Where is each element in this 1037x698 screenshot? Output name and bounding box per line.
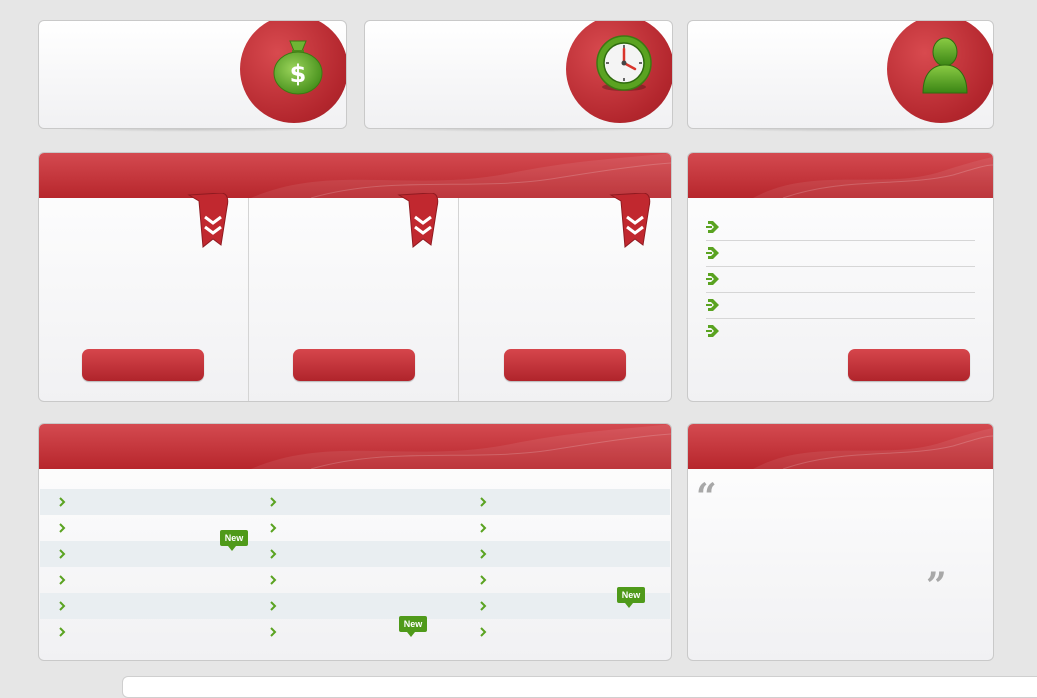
testimonial-panel: “ ”	[687, 423, 994, 661]
feature-button[interactable]	[504, 349, 626, 381]
grid-link[interactable]	[270, 567, 470, 593]
column-divider	[458, 198, 459, 401]
chevron-right-icon	[480, 497, 487, 507]
panel-header	[39, 153, 671, 198]
grid-link[interactable]	[480, 489, 671, 515]
ribbon-chevron-icon	[609, 193, 651, 248]
grid-link[interactable]	[270, 515, 470, 541]
chevron-right-icon	[59, 549, 66, 559]
icon-circle	[566, 21, 672, 123]
grid-row	[40, 593, 670, 619]
grid-row	[40, 567, 670, 593]
footer-panel	[122, 676, 1037, 698]
top-card-user[interactable]	[687, 20, 994, 129]
chevron-right-icon	[480, 549, 487, 559]
green-arrow-icon	[706, 325, 719, 337]
new-badge-label: New	[617, 587, 645, 603]
list-item[interactable]	[706, 240, 975, 267]
grid-link[interactable]	[59, 619, 259, 645]
new-badge: New	[220, 530, 248, 552]
grid-link[interactable]	[59, 593, 259, 619]
list-item[interactable]	[706, 214, 975, 241]
chevron-right-icon	[270, 549, 277, 559]
icon-circle	[887, 21, 993, 123]
grid-row	[40, 515, 670, 541]
grid-link[interactable]	[270, 541, 470, 567]
chevron-right-icon	[59, 627, 66, 637]
top-card-money[interactable]: $	[38, 20, 347, 129]
chevron-right-icon	[480, 523, 487, 533]
grid-link[interactable]	[270, 489, 470, 515]
new-badge-label: New	[399, 616, 427, 632]
panel-header	[688, 424, 993, 469]
grid-link[interactable]	[270, 593, 470, 619]
icon-circle: $	[240, 21, 346, 123]
new-badge-label: New	[220, 530, 248, 546]
chevron-right-icon	[59, 497, 66, 507]
svg-text:$: $	[290, 60, 307, 88]
chevron-right-icon	[270, 627, 277, 637]
chevron-right-icon	[59, 601, 66, 611]
feature-button[interactable]	[293, 349, 415, 381]
side-list-panel	[687, 152, 994, 402]
grid-row	[40, 489, 670, 515]
chevron-right-icon	[59, 575, 66, 585]
chevron-right-icon	[480, 601, 487, 611]
ribbon-chevron-icon	[187, 193, 229, 248]
chevron-right-icon	[270, 575, 277, 585]
user-icon	[922, 37, 968, 94]
chevron-right-icon	[480, 627, 487, 637]
grid-link[interactable]	[480, 515, 671, 541]
links-grid-panel: New New New	[38, 423, 672, 661]
grid-link[interactable]	[270, 619, 470, 645]
feature-button[interactable]	[82, 349, 204, 381]
side-list-button[interactable]	[848, 349, 970, 381]
chevron-right-icon	[270, 497, 277, 507]
green-arrow-icon	[706, 247, 719, 259]
clock-icon	[596, 35, 652, 91]
grid-link[interactable]	[59, 489, 259, 515]
features-panel	[38, 152, 672, 402]
green-arrow-icon	[706, 273, 719, 285]
grid-link[interactable]	[59, 567, 259, 593]
chevron-right-icon	[270, 601, 277, 611]
grid-row	[40, 541, 670, 567]
grid-row	[40, 619, 670, 645]
grid-link[interactable]	[480, 541, 671, 567]
ribbon-chevron-icon	[397, 193, 439, 248]
money-bag-icon: $	[273, 40, 323, 95]
links-grid: New New New	[39, 489, 671, 649]
chevron-right-icon	[59, 523, 66, 533]
grid-link[interactable]	[480, 619, 671, 645]
close-quote-icon: ”	[926, 565, 947, 607]
side-list	[688, 214, 993, 354]
new-badge: New	[617, 587, 645, 609]
green-arrow-icon	[706, 299, 719, 311]
green-arrow-icon	[706, 221, 719, 233]
panel-header	[688, 153, 993, 198]
list-item[interactable]	[706, 318, 975, 344]
list-item[interactable]	[706, 266, 975, 293]
top-card-clock[interactable]	[364, 20, 673, 129]
column-divider	[248, 198, 249, 401]
panel-header	[39, 424, 671, 469]
open-quote-icon: “	[696, 476, 717, 518]
list-item[interactable]	[706, 292, 975, 319]
chevron-right-icon	[270, 523, 277, 533]
chevron-right-icon	[480, 575, 487, 585]
new-badge: New	[399, 616, 427, 638]
